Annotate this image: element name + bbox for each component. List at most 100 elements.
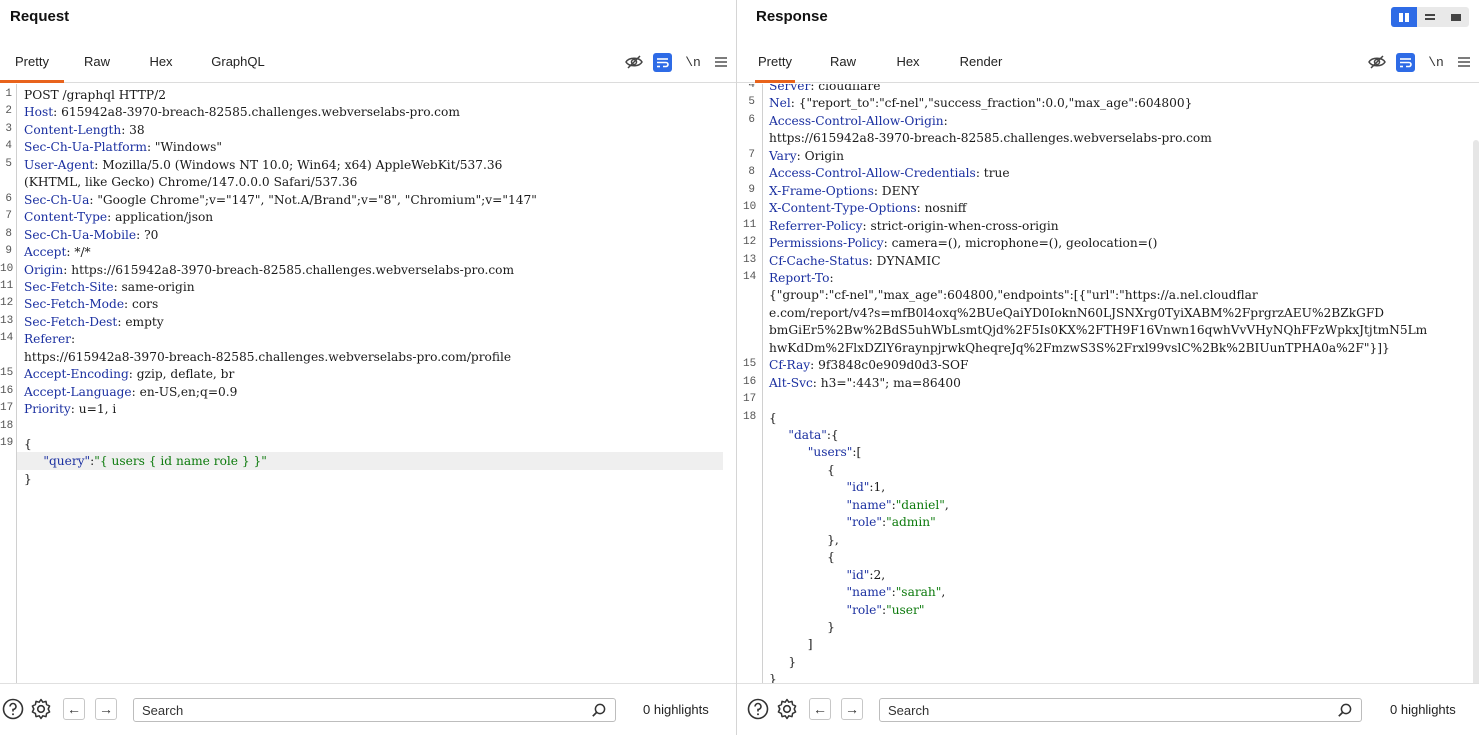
code-line: "query":"{ users { id name role } }" xyxy=(24,453,267,470)
code-text: { xyxy=(769,410,777,425)
horizontal-view-icon[interactable] xyxy=(1417,7,1443,27)
line-number: 11 xyxy=(743,218,757,231)
line-number: 14 xyxy=(0,332,14,345)
line-number: 1 xyxy=(5,88,12,100)
header-name: Referer xyxy=(24,332,71,347)
code-text: : DENY xyxy=(873,183,920,198)
search-input[interactable] xyxy=(142,701,527,719)
arrow-right-icon[interactable]: → xyxy=(841,698,863,720)
json-key: "role" xyxy=(846,602,882,617)
header-name: Nel xyxy=(769,96,791,111)
header-name: Access-Control-Allow-Credentials xyxy=(769,166,976,181)
arrow-left-icon[interactable]: ← xyxy=(809,698,831,720)
response-editor[interactable]: 4 Server: cloudflare 5 Nel: {"report_to":"c… xyxy=(737,84,1479,684)
header-name: Sec-Fetch-Dest xyxy=(24,314,118,329)
line-number: 7 xyxy=(748,148,755,161)
code-line: User-Agent: Mozilla/5.0 (Windows NT 10.0… xyxy=(24,157,502,174)
response-search-bar: ← → 0 highlights xyxy=(737,683,1479,735)
newline-toggle[interactable]: \n xyxy=(682,52,704,72)
code-text: { xyxy=(769,550,835,565)
wrap-lines-icon[interactable] xyxy=(653,52,672,72)
code-text: :2, xyxy=(869,567,886,582)
code-text: { xyxy=(24,437,32,451)
header-name: Alt-Svc xyxy=(769,375,813,390)
header-name: Sec-Fetch-Mode xyxy=(24,297,125,312)
tab-raw[interactable]: Raw xyxy=(827,42,859,82)
code-text: } xyxy=(24,471,32,486)
arrow-left-icon[interactable]: ← xyxy=(63,698,85,720)
code-text: : h3=":443"; ma=86400 xyxy=(812,375,961,390)
code-line: ] xyxy=(769,636,813,653)
code-line: { xyxy=(769,410,777,427)
code-text: :{ xyxy=(826,428,839,442)
tab-raw[interactable]: Raw xyxy=(74,42,120,82)
code-line: Sec-Fetch-Mode: cors xyxy=(24,296,158,313)
vertical-scrollbar[interactable] xyxy=(1473,140,1479,684)
code-text: { xyxy=(769,462,835,477)
layout-toggle xyxy=(1391,7,1469,27)
code-text: : same-origin xyxy=(113,279,195,294)
settings-icon[interactable] xyxy=(776,698,798,720)
line-number: 16 xyxy=(0,384,14,397)
split-view-icon[interactable] xyxy=(1391,7,1417,27)
header-name: Sec-Ch-Ua-Mobile xyxy=(24,227,137,242)
hide-nonprinting-icon[interactable] xyxy=(625,52,643,72)
header-name: X-Content-Type-Options xyxy=(769,201,917,216)
line-number: 13 xyxy=(743,253,757,266)
code-text: : */* xyxy=(66,245,91,260)
tab-pretty[interactable]: Pretty xyxy=(755,42,795,83)
code-text: : camera=(), microphone=(), geolocation=… xyxy=(883,236,1158,251)
code-line: Cf-Cache-Status: DYNAMIC xyxy=(769,253,941,270)
json-string: "admin" xyxy=(886,515,936,530)
newline-toggle[interactable]: \n xyxy=(1425,52,1447,72)
code-line: e.com/report/v4?s=mfB0l4oxq%2BUeQaiYD0Io… xyxy=(769,305,1384,322)
tab-graphql[interactable]: GraphQL xyxy=(198,42,278,82)
request-panel: Request Pretty Raw Hex GraphQL \n 1 POST … xyxy=(0,0,737,735)
code-text: bmGiEr5%2Bw%2BdS5uhWbLsmtQjd%2F5Is0KX%2F… xyxy=(769,323,1428,338)
code-line: Referrer-Policy: strict-origin-when-cros… xyxy=(769,218,1059,235)
line-number: 14 xyxy=(743,270,757,283)
line-number: 16 xyxy=(743,375,757,388)
request-editor[interactable]: 1 POST /graphql HTTP/2 2 Host: 615942a8-397… xyxy=(0,84,736,684)
single-view-icon[interactable] xyxy=(1443,7,1469,27)
wrap-lines-icon[interactable] xyxy=(1396,52,1415,72)
code-line: "id":1, xyxy=(769,479,885,496)
menu-icon[interactable] xyxy=(1457,52,1471,72)
search-input[interactable] xyxy=(888,701,1273,719)
request-search-bar: ← → 0 highlights xyxy=(0,683,736,735)
code-line: { xyxy=(769,462,835,479)
help-icon[interactable] xyxy=(747,698,769,720)
line-number: 13 xyxy=(0,314,14,327)
tab-hex[interactable]: Hex xyxy=(138,42,184,82)
line-number: 8 xyxy=(5,227,12,240)
code-line: Sec-Ch-Ua-Platform: "Windows" xyxy=(24,139,222,156)
search-icon[interactable] xyxy=(591,702,607,718)
line-number: 7 xyxy=(5,210,12,223)
code-line: Report-To: xyxy=(769,270,834,287)
json-string: "daniel" xyxy=(895,497,945,512)
hide-nonprinting-icon[interactable] xyxy=(1368,52,1386,72)
json-key: "name" xyxy=(846,497,892,512)
code-text: : "Google Chrome";v="147", "Not.A/Brand"… xyxy=(89,192,537,207)
tab-pretty[interactable]: Pretty xyxy=(0,42,64,83)
arrow-right-icon[interactable]: → xyxy=(95,698,117,720)
search-box xyxy=(133,698,616,722)
settings-icon[interactable] xyxy=(30,698,52,720)
search-icon[interactable] xyxy=(1337,702,1353,718)
code-text: , xyxy=(944,497,949,512)
code-line: Sec-Ch-Ua-Mobile: ?0 xyxy=(24,227,158,244)
code-line: "name":"sarah", xyxy=(769,584,945,601)
line-number: 17 xyxy=(743,393,757,406)
tab-render[interactable]: Render xyxy=(953,42,1009,82)
code-text: : xyxy=(70,332,76,347)
json-key: "id" xyxy=(846,567,870,582)
code-line: bmGiEr5%2Bw%2BdS5uhWbLsmtQjd%2F5Is0KX%2F… xyxy=(769,322,1427,339)
code-line: "users":[ xyxy=(769,444,861,461)
request-tabs: Pretty Raw Hex GraphQL \n xyxy=(0,42,736,83)
menu-icon[interactable] xyxy=(714,52,728,72)
code-line: Cf-Ray: 9f3848c0e909d0d3-SOF xyxy=(769,357,968,374)
tab-hex[interactable]: Hex xyxy=(892,42,924,82)
code-line: "name":"daniel", xyxy=(769,497,949,514)
help-icon[interactable] xyxy=(2,698,24,720)
